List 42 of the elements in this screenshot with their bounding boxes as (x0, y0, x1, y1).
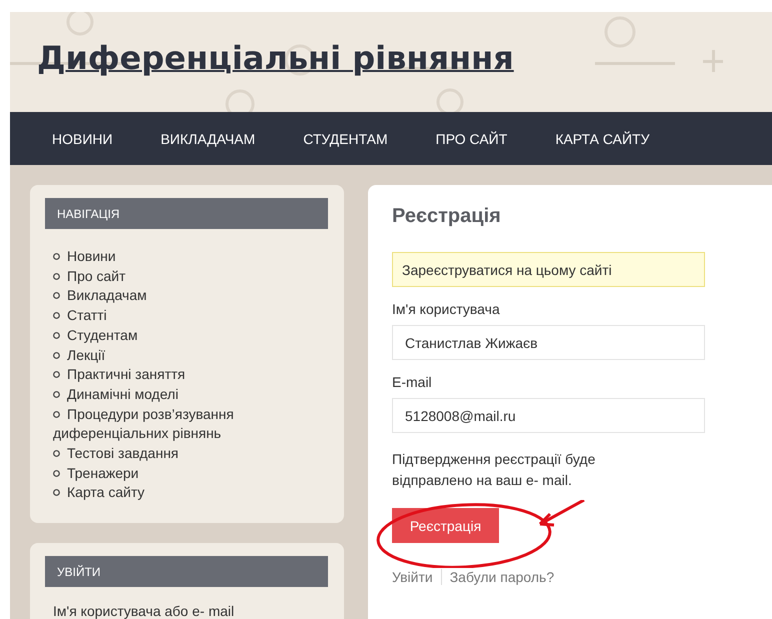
bullet-icon (53, 470, 60, 477)
bullet-icon (53, 292, 60, 300)
field-label: E-mail (392, 374, 433, 390)
bullet-icon (53, 272, 60, 280)
bullet-icon (53, 332, 60, 339)
navigation-link[interactable]: Про сайт (53, 266, 308, 286)
menu-link[interactable]: КАРТА САЙТУ (555, 130, 650, 146)
menu-link[interactable]: СТУДЕНТАМ (303, 130, 388, 146)
navigation-link[interactable]: Тестові завдання (53, 444, 308, 464)
navigation-link[interactable]: Новини (53, 247, 308, 267)
text-link[interactable]: Увійти (392, 569, 433, 585)
bullet-icon (53, 390, 60, 398)
navigation-link[interactable]: Статті (53, 306, 308, 326)
menu-link[interactable]: ВИКЛАДАЧАМ (160, 130, 256, 146)
bullet-icon (53, 312, 60, 320)
menu-link[interactable]: НОВИНИ (52, 130, 113, 146)
bullet-icon (53, 489, 60, 496)
bullet-icon (53, 450, 60, 458)
navigation-link[interactable]: Лекції (53, 346, 308, 366)
confirmation-note: Підтвердження реєстрації буде відправлено на ваш e- mail. (392, 450, 596, 490)
notice-message: Зареєструватися на цьому сайті (392, 252, 705, 287)
input-field[interactable]: 5128008@mail.ru (392, 398, 705, 433)
register-button[interactable]: Реєстрація (392, 508, 499, 543)
navigation-link[interactable]: Процедури розв’язування диференціальних рівнянь (53, 404, 308, 444)
navigation-link[interactable]: Практичні заняття (53, 365, 308, 385)
navigation-link[interactable]: Динамічні моделі (53, 384, 308, 405)
navigation-link[interactable]: Карта сайту (53, 483, 308, 504)
field-label: Ім'я користувача або e- mail (53, 603, 236, 619)
bullet-icon (53, 352, 60, 359)
menu-link[interactable]: ПРО САЙТ (436, 130, 508, 146)
navigation-link[interactable]: Студентам (53, 326, 308, 346)
input-field[interactable]: Станистлав Жижаєв (392, 325, 705, 360)
navigation-link[interactable]: Викладачам (53, 286, 308, 306)
login-heading: УВІЙТИ (45, 556, 328, 588)
bullet-icon (53, 371, 60, 378)
navigation-heading: НАВІГАЦІЯ (45, 198, 328, 229)
bullet-icon (53, 253, 60, 260)
page-heading: Реєстрація (392, 205, 502, 228)
navigation-link[interactable]: Тренажери (53, 464, 308, 484)
text-link[interactable]: Забули пароль? (450, 569, 554, 585)
field-label: Ім'я користувача (392, 301, 501, 317)
bullet-icon (53, 410, 60, 418)
